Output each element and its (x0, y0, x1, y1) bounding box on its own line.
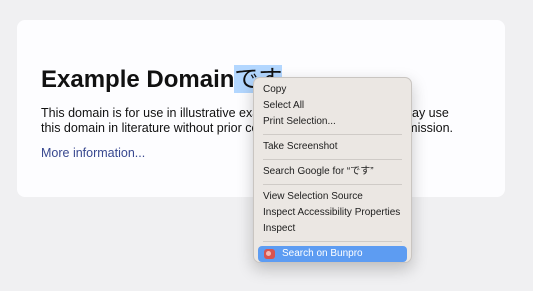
menu-separator (263, 184, 402, 185)
menu-separator (263, 241, 402, 242)
page-title: Example Domainです (41, 59, 283, 94)
menu-item-search-google[interactable]: Search Google for “です” (254, 164, 411, 180)
menu-item-copy[interactable]: Copy (254, 82, 411, 98)
menu-item-take-screenshot[interactable]: Take Screenshot (254, 139, 411, 155)
page-title-text: Example Domain (41, 66, 235, 93)
menu-item-inspect-accessibility[interactable]: Inspect Accessibility Properties (254, 205, 411, 221)
menu-item-search-bunpro[interactable]: Search on Bunpro (258, 246, 407, 262)
menu-item-print-selection[interactable]: Print Selection... (254, 114, 411, 130)
menu-separator (263, 134, 402, 135)
menu-item-search-bunpro-label: Search on Bunpro (282, 248, 363, 259)
bunpro-icon (264, 249, 275, 259)
more-information-link[interactable]: More information... (41, 146, 145, 160)
menu-item-select-all[interactable]: Select All (254, 98, 411, 114)
context-menu: Copy Select All Print Selection... Take … (253, 77, 412, 263)
menu-item-inspect[interactable]: Inspect (254, 221, 411, 237)
menu-separator (263, 159, 402, 160)
menu-item-view-selection-source[interactable]: View Selection Source (254, 189, 411, 205)
